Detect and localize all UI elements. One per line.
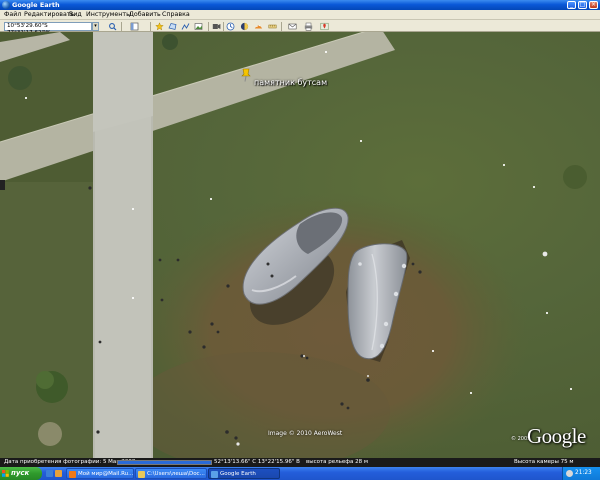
- window-title: Google Earth: [12, 1, 60, 9]
- task-label: Google Earth: [220, 471, 256, 477]
- historical-imagery-icon[interactable]: [226, 22, 235, 31]
- switch-sky-icon[interactable]: [254, 22, 263, 31]
- title-bar: Google Earth _ □ ×: [0, 0, 600, 10]
- mail-ru-icon: [69, 471, 76, 478]
- ruler-icon[interactable]: [268, 22, 277, 31]
- quicklaunch-browser-icon[interactable]: [46, 470, 53, 477]
- menu-help[interactable]: Справка: [162, 11, 190, 19]
- toolbar-separator: [150, 22, 151, 31]
- eye-altitude-readout: Высота камеры 75 м: [514, 459, 574, 465]
- task-label: C:\Users\леша\Doc...: [147, 471, 205, 477]
- map-viewport[interactable]: памятник бутсам Image © 2010 AeroWest © …: [0, 32, 600, 458]
- task-google-earth[interactable]: Google Earth: [208, 468, 280, 479]
- tray-icon[interactable]: [566, 470, 573, 477]
- toolbar: 10°53'29.60"S 77°31'17.62"W ▾: [0, 20, 600, 36]
- menu-add[interactable]: Добавить: [129, 11, 161, 19]
- task-label: Мой мир@Mail.Ru...: [78, 471, 134, 477]
- search-dropdown-button[interactable]: ▾: [92, 22, 99, 31]
- menu-edit[interactable]: Редактировать: [24, 11, 74, 19]
- menu-view[interactable]: Вид: [69, 11, 82, 19]
- clock[interactable]: 21:23: [575, 470, 592, 476]
- imagery-date: Дата приобретения фотографии: 5 Мая 2008: [4, 459, 136, 465]
- toolbar-separator: [121, 22, 122, 31]
- satellite-imagery: [0, 32, 587, 458]
- google-earth-app-icon: [2, 1, 10, 9]
- menu-file[interactable]: Файл: [4, 11, 21, 19]
- google-logo: Google: [527, 424, 586, 448]
- streaming-progress-fill: [118, 461, 211, 464]
- start-button[interactable]: пуск: [0, 467, 42, 480]
- google-earth-icon: [211, 471, 218, 478]
- placemark-icon[interactable]: [155, 22, 164, 31]
- imagery-copyright: Image © 2010 AeroWest: [268, 430, 343, 437]
- toolbar-separator: [223, 22, 224, 31]
- close-button[interactable]: ×: [589, 1, 598, 9]
- windows-logo-icon: [2, 470, 9, 477]
- streaming-progress: [117, 460, 212, 465]
- sunlight-icon[interactable]: [240, 22, 249, 31]
- task-mail-ru[interactable]: Мой мир@Mail.Ru...: [66, 468, 134, 479]
- image-overlay-icon[interactable]: [194, 22, 203, 31]
- minimize-button[interactable]: _: [567, 1, 576, 9]
- elevation-readout: высота рельефа 28 м: [306, 459, 369, 465]
- hide-sidebar-icon[interactable]: [130, 22, 139, 31]
- system-tray: 21:23: [562, 467, 600, 480]
- record-tour-icon[interactable]: [212, 22, 221, 31]
- menu-tools[interactable]: Инструменты: [86, 11, 131, 19]
- google-maps-icon[interactable]: [320, 22, 329, 31]
- toolbar-separator: [281, 22, 282, 31]
- search-icon[interactable]: [108, 22, 117, 31]
- quicklaunch-media-icon[interactable]: [55, 470, 62, 477]
- maximize-button[interactable]: □: [578, 1, 587, 9]
- start-label: пуск: [11, 469, 30, 477]
- task-explorer[interactable]: C:\Users\леша\Doc...: [135, 468, 207, 479]
- menu-bar: Файл Редактировать Вид Инструменты Добав…: [0, 10, 600, 20]
- toolbar-separator: [208, 22, 209, 31]
- polygon-icon[interactable]: [168, 22, 177, 31]
- placemark-label[interactable]: памятник бутсам: [254, 78, 327, 87]
- path-icon[interactable]: [181, 22, 190, 31]
- print-icon[interactable]: [304, 22, 313, 31]
- pushpin-icon[interactable]: [240, 68, 252, 82]
- pointer-coordinates: 52°13'13.66" С 13°22'15.96" В: [214, 459, 300, 465]
- folder-icon: [138, 471, 145, 478]
- search-input[interactable]: 10°53'29.60"S 77°31'17.62"W: [4, 22, 92, 36]
- email-icon[interactable]: [288, 22, 297, 31]
- taskbar: пуск Мой мир@Mail.Ru... C:\Users\леша\Do…: [0, 467, 600, 480]
- status-bar: Дата приобретения фотографии: 5 Мая 2008…: [0, 458, 600, 467]
